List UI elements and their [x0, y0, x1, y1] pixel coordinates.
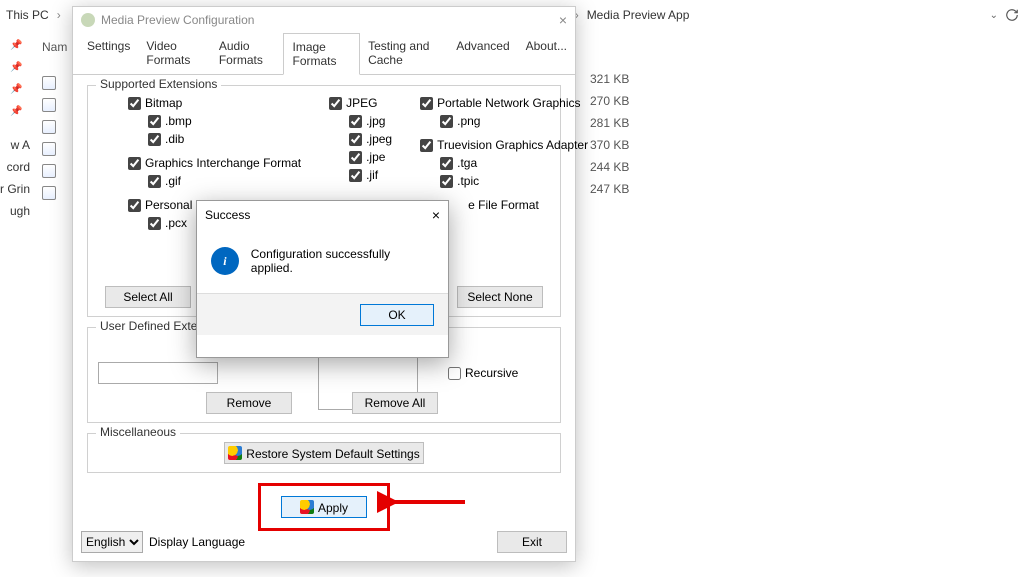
dialog-titlebar[interactable]: Media Preview Configuration × — [73, 7, 575, 33]
modal-titlebar[interactable]: Success × — [197, 201, 448, 229]
file-size: 270 KB — [590, 94, 629, 116]
file-icon — [42, 164, 56, 178]
file-icon — [42, 186, 56, 200]
checkbox-jpeg[interactable]: .jpeg — [349, 130, 392, 148]
tab-audio-formats[interactable]: Audio Formats — [211, 33, 284, 74]
dialog-title: Media Preview Configuration — [101, 13, 254, 27]
remove-all-button[interactable]: Remove All — [352, 392, 438, 414]
quick-access-gutter: 📌 📌 📌 📌 w A cord r Grin ugh — [0, 40, 30, 226]
annotation-arrow-icon — [377, 487, 467, 520]
extension-input[interactable] — [98, 362, 218, 384]
column-name[interactable]: Nam — [42, 40, 67, 54]
pin-icon: 📌 — [0, 40, 30, 62]
app-icon — [81, 13, 95, 27]
close-icon[interactable]: × — [432, 207, 440, 223]
ok-button[interactable]: OK — [360, 304, 434, 326]
select-all-button[interactable]: Select All — [105, 286, 191, 308]
file-icon — [42, 76, 56, 90]
file-row[interactable] — [42, 138, 56, 160]
file-size: 244 KB — [590, 160, 629, 182]
file-row[interactable] — [42, 160, 56, 182]
remove-button[interactable]: Remove — [206, 392, 292, 414]
exit-button[interactable]: Exit — [497, 531, 567, 553]
misc-group: Miscellaneous Restore System Default Set… — [87, 433, 561, 473]
checkbox-jpe[interactable]: .jpe — [349, 148, 392, 166]
file-row[interactable] — [42, 72, 56, 94]
file-row[interactable] — [42, 116, 56, 138]
breadcrumb-folder[interactable]: Media Preview App — [585, 4, 692, 26]
group-legend: Supported Extensions — [96, 77, 221, 91]
sidebar-item[interactable]: w A — [0, 138, 30, 160]
select-none-button[interactable]: Select None — [457, 286, 543, 308]
file-icon — [42, 120, 56, 134]
file-list — [42, 72, 56, 204]
checkbox-jpg[interactable]: .jpg — [349, 112, 392, 130]
language-label: Display Language — [149, 535, 245, 549]
pin-icon: 📌 — [0, 62, 30, 84]
tab-video-formats[interactable]: Video Formats — [138, 33, 210, 74]
checkbox-tpic[interactable]: .tpic — [440, 172, 588, 190]
tab-advanced[interactable]: Advanced — [448, 33, 517, 74]
file-row[interactable] — [42, 182, 56, 204]
shield-icon — [300, 500, 314, 514]
pin-icon: 📌 — [0, 84, 30, 106]
file-icon — [42, 142, 56, 156]
file-size-column: 321 KB 270 KB 281 KB 370 KB 244 KB 247 K… — [590, 72, 629, 204]
sidebar-item[interactable]: r Grin — [0, 182, 30, 204]
file-size: 247 KB — [590, 182, 629, 204]
dropdown-icon[interactable]: ⌄ — [990, 10, 998, 21]
file-size: 281 KB — [590, 116, 629, 138]
tab-settings[interactable]: Settings — [79, 33, 138, 74]
checkbox-jpeg-format[interactable]: JPEG — [329, 94, 392, 112]
tab-testing-cache[interactable]: Testing and Cache — [360, 33, 448, 74]
refresh-icon[interactable] — [1000, 3, 1024, 27]
apply-button[interactable]: Apply — [281, 496, 367, 518]
checkbox-dib[interactable]: .dib — [148, 130, 301, 148]
group-legend: User Defined Exten — [96, 319, 208, 333]
shield-icon — [228, 446, 242, 460]
checkbox-tga-format[interactable]: Truevision Graphics Adapter — [420, 136, 588, 154]
file-size: 370 KB — [590, 138, 629, 160]
checkbox-tga[interactable]: .tga — [440, 154, 588, 172]
checkbox-bitmap[interactable]: Bitmap — [128, 94, 301, 112]
language-select[interactable]: English — [81, 531, 143, 553]
pin-icon: 📌 — [0, 106, 30, 128]
sidebar-item[interactable]: ugh — [0, 204, 30, 226]
success-modal: Success × i Configuration successfully a… — [196, 200, 449, 358]
close-icon[interactable]: × — [559, 12, 567, 28]
tab-about[interactable]: About... — [518, 33, 575, 74]
checkbox-gif[interactable]: .gif — [148, 172, 301, 190]
sidebar-item[interactable]: cord — [0, 160, 30, 182]
modal-title: Success — [205, 208, 250, 222]
annotation-highlight: Apply — [258, 483, 390, 531]
restore-defaults-button[interactable]: Restore System Default Settings — [224, 442, 424, 464]
file-row[interactable] — [42, 94, 56, 116]
group-legend: Miscellaneous — [96, 425, 180, 439]
file-size: 321 KB — [590, 72, 629, 94]
checkbox-png-format[interactable]: Portable Network Graphics — [420, 94, 588, 112]
file-icon — [42, 98, 56, 112]
modal-message: Configuration successfully applied. — [251, 247, 434, 275]
breadcrumb-this-pc[interactable]: This PC — [4, 4, 51, 26]
checkbox-gif-format[interactable]: Graphics Interchange Format — [128, 154, 301, 172]
info-icon: i — [211, 247, 239, 275]
checkbox-jif[interactable]: .jif — [349, 166, 392, 184]
tab-strip: Settings Video Formats Audio Formats Ima… — [73, 33, 575, 75]
checkbox-png[interactable]: .png — [440, 112, 588, 130]
checkbox-recursive[interactable]: Recursive — [448, 364, 518, 382]
chevron-right-icon: › — [53, 8, 65, 22]
checkbox-bmp[interactable]: .bmp — [148, 112, 301, 130]
tab-image-formats[interactable]: Image Formats — [283, 33, 360, 75]
